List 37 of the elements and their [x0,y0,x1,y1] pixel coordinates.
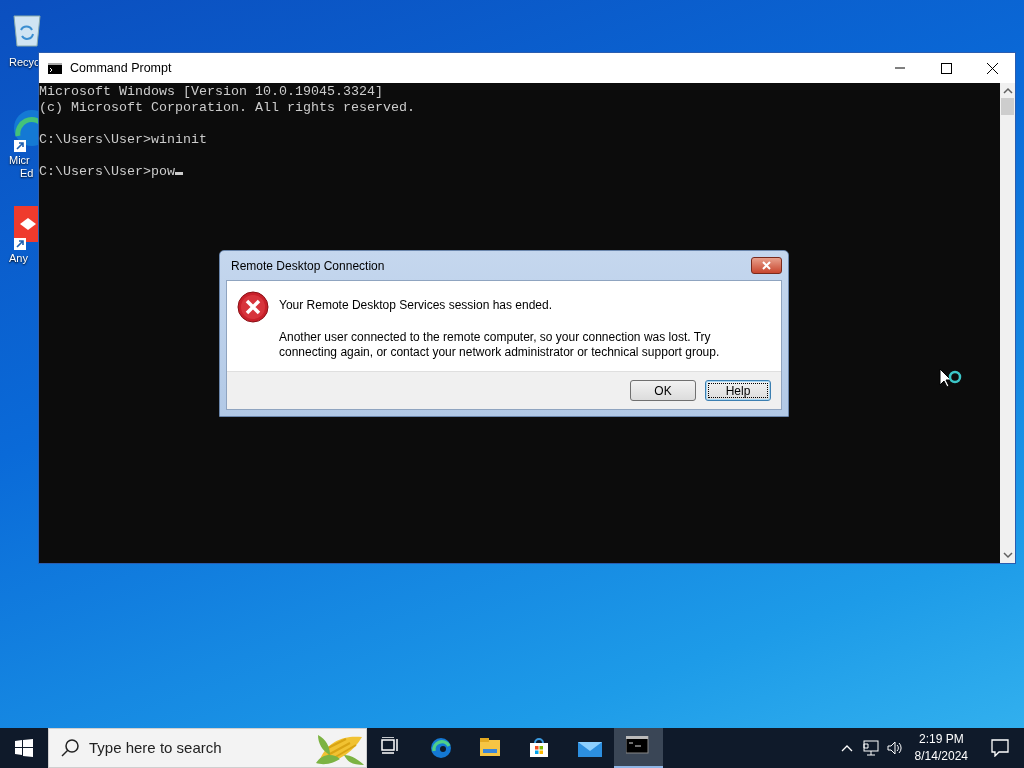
dialog-button[interactable]: OK [630,380,696,401]
scroll-down-icon[interactable] [1002,551,1013,559]
close-icon [986,62,998,74]
speech-bubble-icon [991,739,1009,757]
clock-time: 2:19 PM [918,731,964,748]
close-icon [762,261,771,270]
search-box[interactable]: Type here to search [48,728,367,768]
scroll-thumb[interactable] [1001,98,1014,115]
icon-label: Micr [9,154,30,167]
dialog-button[interactable]: Help [705,380,771,401]
console-app-icon [48,62,62,74]
dialog-message: Another user connected to the remote computer, so your connection was lost. Try connecting again, or contact your network administrator or technical support group. [279,330,721,360]
search-icon [61,739,79,757]
busy-cursor-icon [939,368,962,389]
search-field[interactable]: Type here to search [89,736,289,760]
icon-label: Recyc [9,56,40,69]
chevron-up-icon [840,743,853,753]
clock[interactable]: 2:19 PM 8/14/2024 [906,731,976,765]
taskbar-app-button[interactable] [614,728,663,768]
icon-label: Any [9,252,28,265]
dialog-title: Remote Desktop Connection [231,257,385,275]
error-icon [237,291,269,323]
scroll-up-icon[interactable] [1002,87,1013,95]
windows-logo-icon [15,739,33,757]
maximize-icon [940,62,952,74]
dialog-heading: Your Remote Desktop Services session has ended. [279,297,554,314]
clock-date: 8/14/2024 [914,748,968,765]
console-line: Microsoft Windows [Version 10.0.19045.3324] [39,84,383,100]
close-button[interactable] [751,257,782,274]
console-line: (c) Microsoft Corporation. All rights reserved. [39,100,415,116]
speaker-icon [887,740,903,756]
console-line: C:\Users\User>pow [39,164,183,180]
network-icon [862,740,879,756]
console-line: C:\Users\User>wininit [39,132,207,148]
window-title: Command Prompt [70,59,172,77]
scrollbar[interactable] [1000,83,1015,563]
icon-label: Ed [20,167,34,180]
